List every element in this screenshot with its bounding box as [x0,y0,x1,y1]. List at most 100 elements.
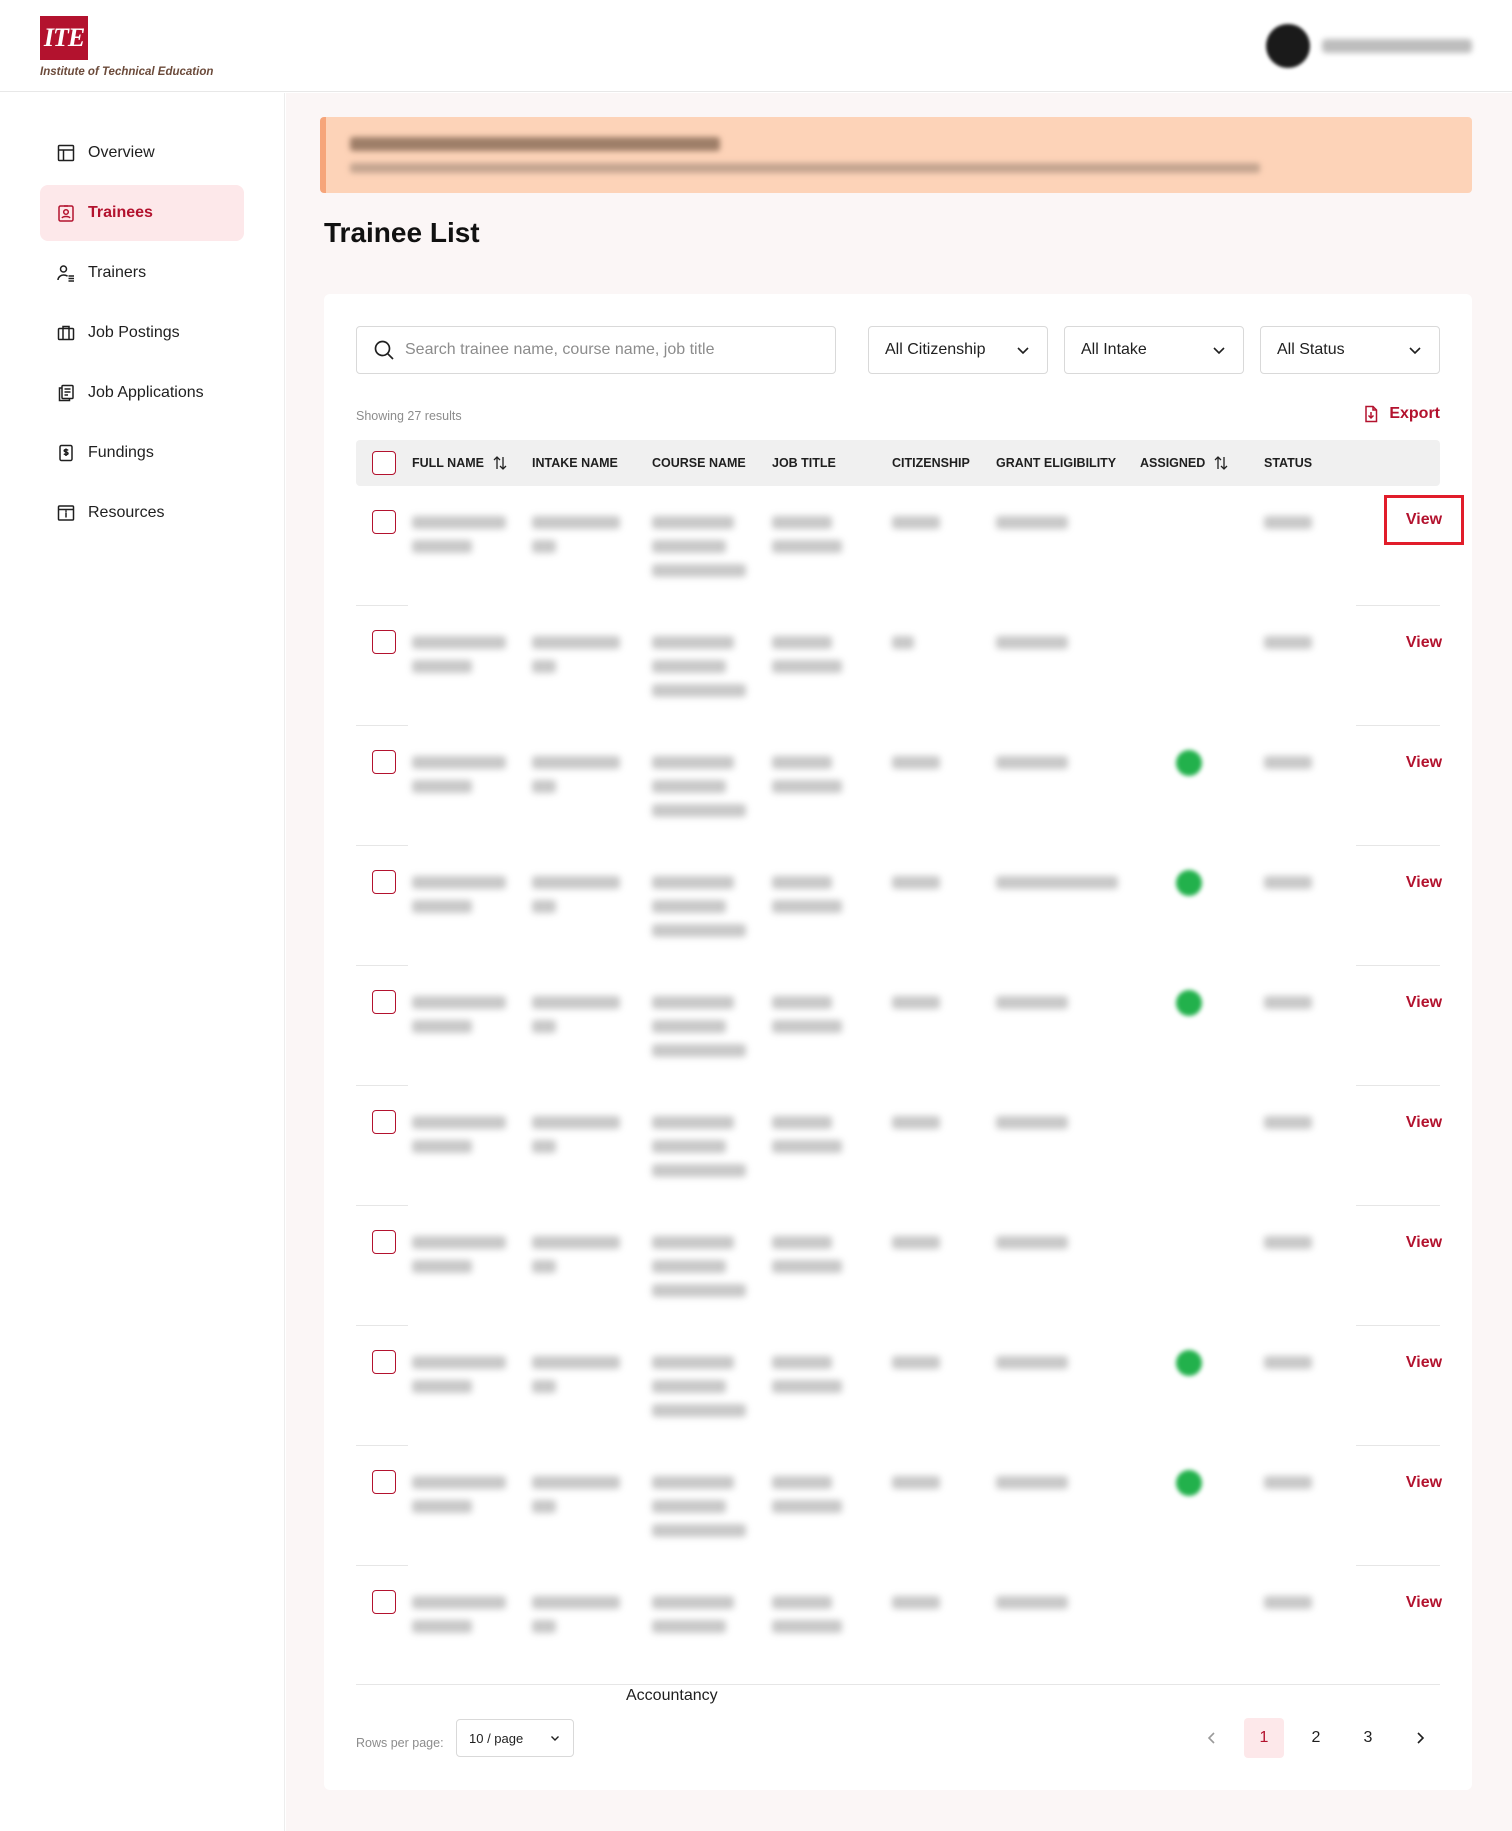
page-title: Trainee List [324,217,480,248]
page-2-button[interactable]: 2 [1296,1718,1336,1758]
view-button[interactable]: View [1384,1578,1464,1628]
user-menu[interactable] [1266,24,1472,68]
table-row: View [356,966,1442,1086]
chevron-down-icon [1017,347,1029,355]
search-box[interactable] [356,326,836,374]
view-button[interactable]: View [1384,1218,1464,1268]
col-label: Full Name [412,456,484,470]
view-button[interactable]: View [1384,1458,1464,1508]
row-checkbox[interactable] [372,1230,396,1254]
sidebar-item-job-applications[interactable]: Job Applications [40,365,244,421]
col-label: Status [1264,456,1313,470]
full-name-cell [412,876,506,889]
intake-name-cell-line2 [532,1020,556,1033]
col-full-name[interactable]: Full Name [412,440,508,486]
course-name-cell [652,1356,734,1369]
export-label: Export [1389,405,1440,422]
citizenship-filter[interactable]: All Citizenship [868,326,1048,374]
briefcase-icon [56,323,76,343]
sidebar-item-overview[interactable]: Overview [40,125,244,181]
view-button[interactable]: View [1384,858,1464,908]
job-title-cell [772,516,832,529]
col-citizenship: Citizenship [892,440,970,486]
sort-icon[interactable] [492,455,508,471]
chevron-left-icon [1207,1732,1215,1744]
table-row: View [356,846,1442,966]
col-label: Course Name [652,456,746,470]
avatar[interactable] [1266,24,1310,68]
export-button[interactable]: Export [1361,404,1440,424]
row-checkbox[interactable] [372,1590,396,1614]
view-button[interactable]: View [1384,495,1464,545]
view-button[interactable]: View [1384,978,1464,1028]
view-button[interactable]: View [1384,1098,1464,1148]
sidebar-item-trainers[interactable]: Trainers [40,245,244,301]
row-checkbox[interactable] [372,630,396,654]
page-size-select[interactable]: 10 / page [456,1719,574,1757]
full-name-cell-line2 [412,1620,472,1633]
col-status: Status [1264,440,1312,486]
full-name-cell [412,756,506,769]
course-name-cell-line2 [652,900,726,913]
select-all-checkbox[interactable] [372,451,396,475]
sidebar-item-label: Job Postings [88,324,180,341]
sidebar-item-label: Fundings [88,444,154,461]
row-checkbox[interactable] [372,1110,396,1134]
intake-name-cell-line2 [532,1620,556,1633]
full-name-cell-line2 [412,780,472,793]
row-checkbox[interactable] [372,1350,396,1374]
ite-logo[interactable]: ITE Institute of Technical Education [40,16,230,80]
status-filter[interactable]: All Status [1260,326,1440,374]
job-title-cell [772,636,832,649]
search-input[interactable] [405,341,805,359]
row-checkbox[interactable] [372,1470,396,1494]
stray-course-text: Accountancy [626,1687,718,1704]
col-assigned[interactable]: Assigned [1140,440,1229,486]
page-3-button[interactable]: 3 [1348,1718,1388,1758]
row-checkbox[interactable] [372,750,396,774]
citizenship-cell [892,1596,940,1609]
citizenship-cell [892,876,940,889]
row-checkbox[interactable] [372,870,396,894]
citizenship-cell [892,636,914,649]
course-name-cell [652,636,734,649]
table-row: View [356,1566,1442,1686]
sidebar: Overview Trainees Trainers Job Postings … [0,93,285,1831]
citizenship-cell [892,996,940,1009]
intake-filter[interactable]: All Intake [1064,326,1244,374]
view-button[interactable]: View [1384,738,1464,788]
course-name-cell-line2 [652,540,726,553]
row-checkbox[interactable] [372,510,396,534]
full-name-cell-line2 [412,900,472,913]
next-page-button[interactable] [1400,1718,1440,1758]
course-name-cell-line2 [652,780,726,793]
full-name-cell [412,636,506,649]
sidebar-item-resources[interactable]: Resources [40,485,244,541]
dollar-document-icon [56,443,76,463]
col-intake-name: Intake Name [532,440,618,486]
status-cell [1264,996,1312,1009]
job-title-cell-line2 [772,1500,842,1513]
banner-text-blurred [350,163,1260,173]
course-name-cell-line3 [652,1284,746,1297]
citizenship-cell [892,516,940,529]
page-1-button[interactable]: 1 [1244,1718,1284,1758]
job-title-cell-line2 [772,1620,842,1633]
assigned-check-icon [1176,1350,1202,1376]
view-button[interactable]: View [1384,1338,1464,1388]
sidebar-item-job-postings[interactable]: Job Postings [40,305,244,361]
table-row: View [356,1446,1442,1566]
job-title-cell [772,1356,832,1369]
full-name-cell-line2 [412,1020,472,1033]
sidebar-item-trainees[interactable]: Trainees [40,185,244,241]
sort-icon[interactable] [1213,455,1229,471]
job-title-cell [772,756,832,769]
job-title-cell [772,1116,832,1129]
prev-page-button[interactable] [1192,1718,1232,1758]
sidebar-item-fundings[interactable]: Fundings [40,425,244,481]
row-checkbox[interactable] [372,990,396,1014]
app-header: ITE Institute of Technical Education [0,0,1512,92]
sidebar-item-label: Job Applications [88,384,204,401]
assigned-check-icon [1176,990,1202,1016]
view-button[interactable]: View [1384,618,1464,668]
